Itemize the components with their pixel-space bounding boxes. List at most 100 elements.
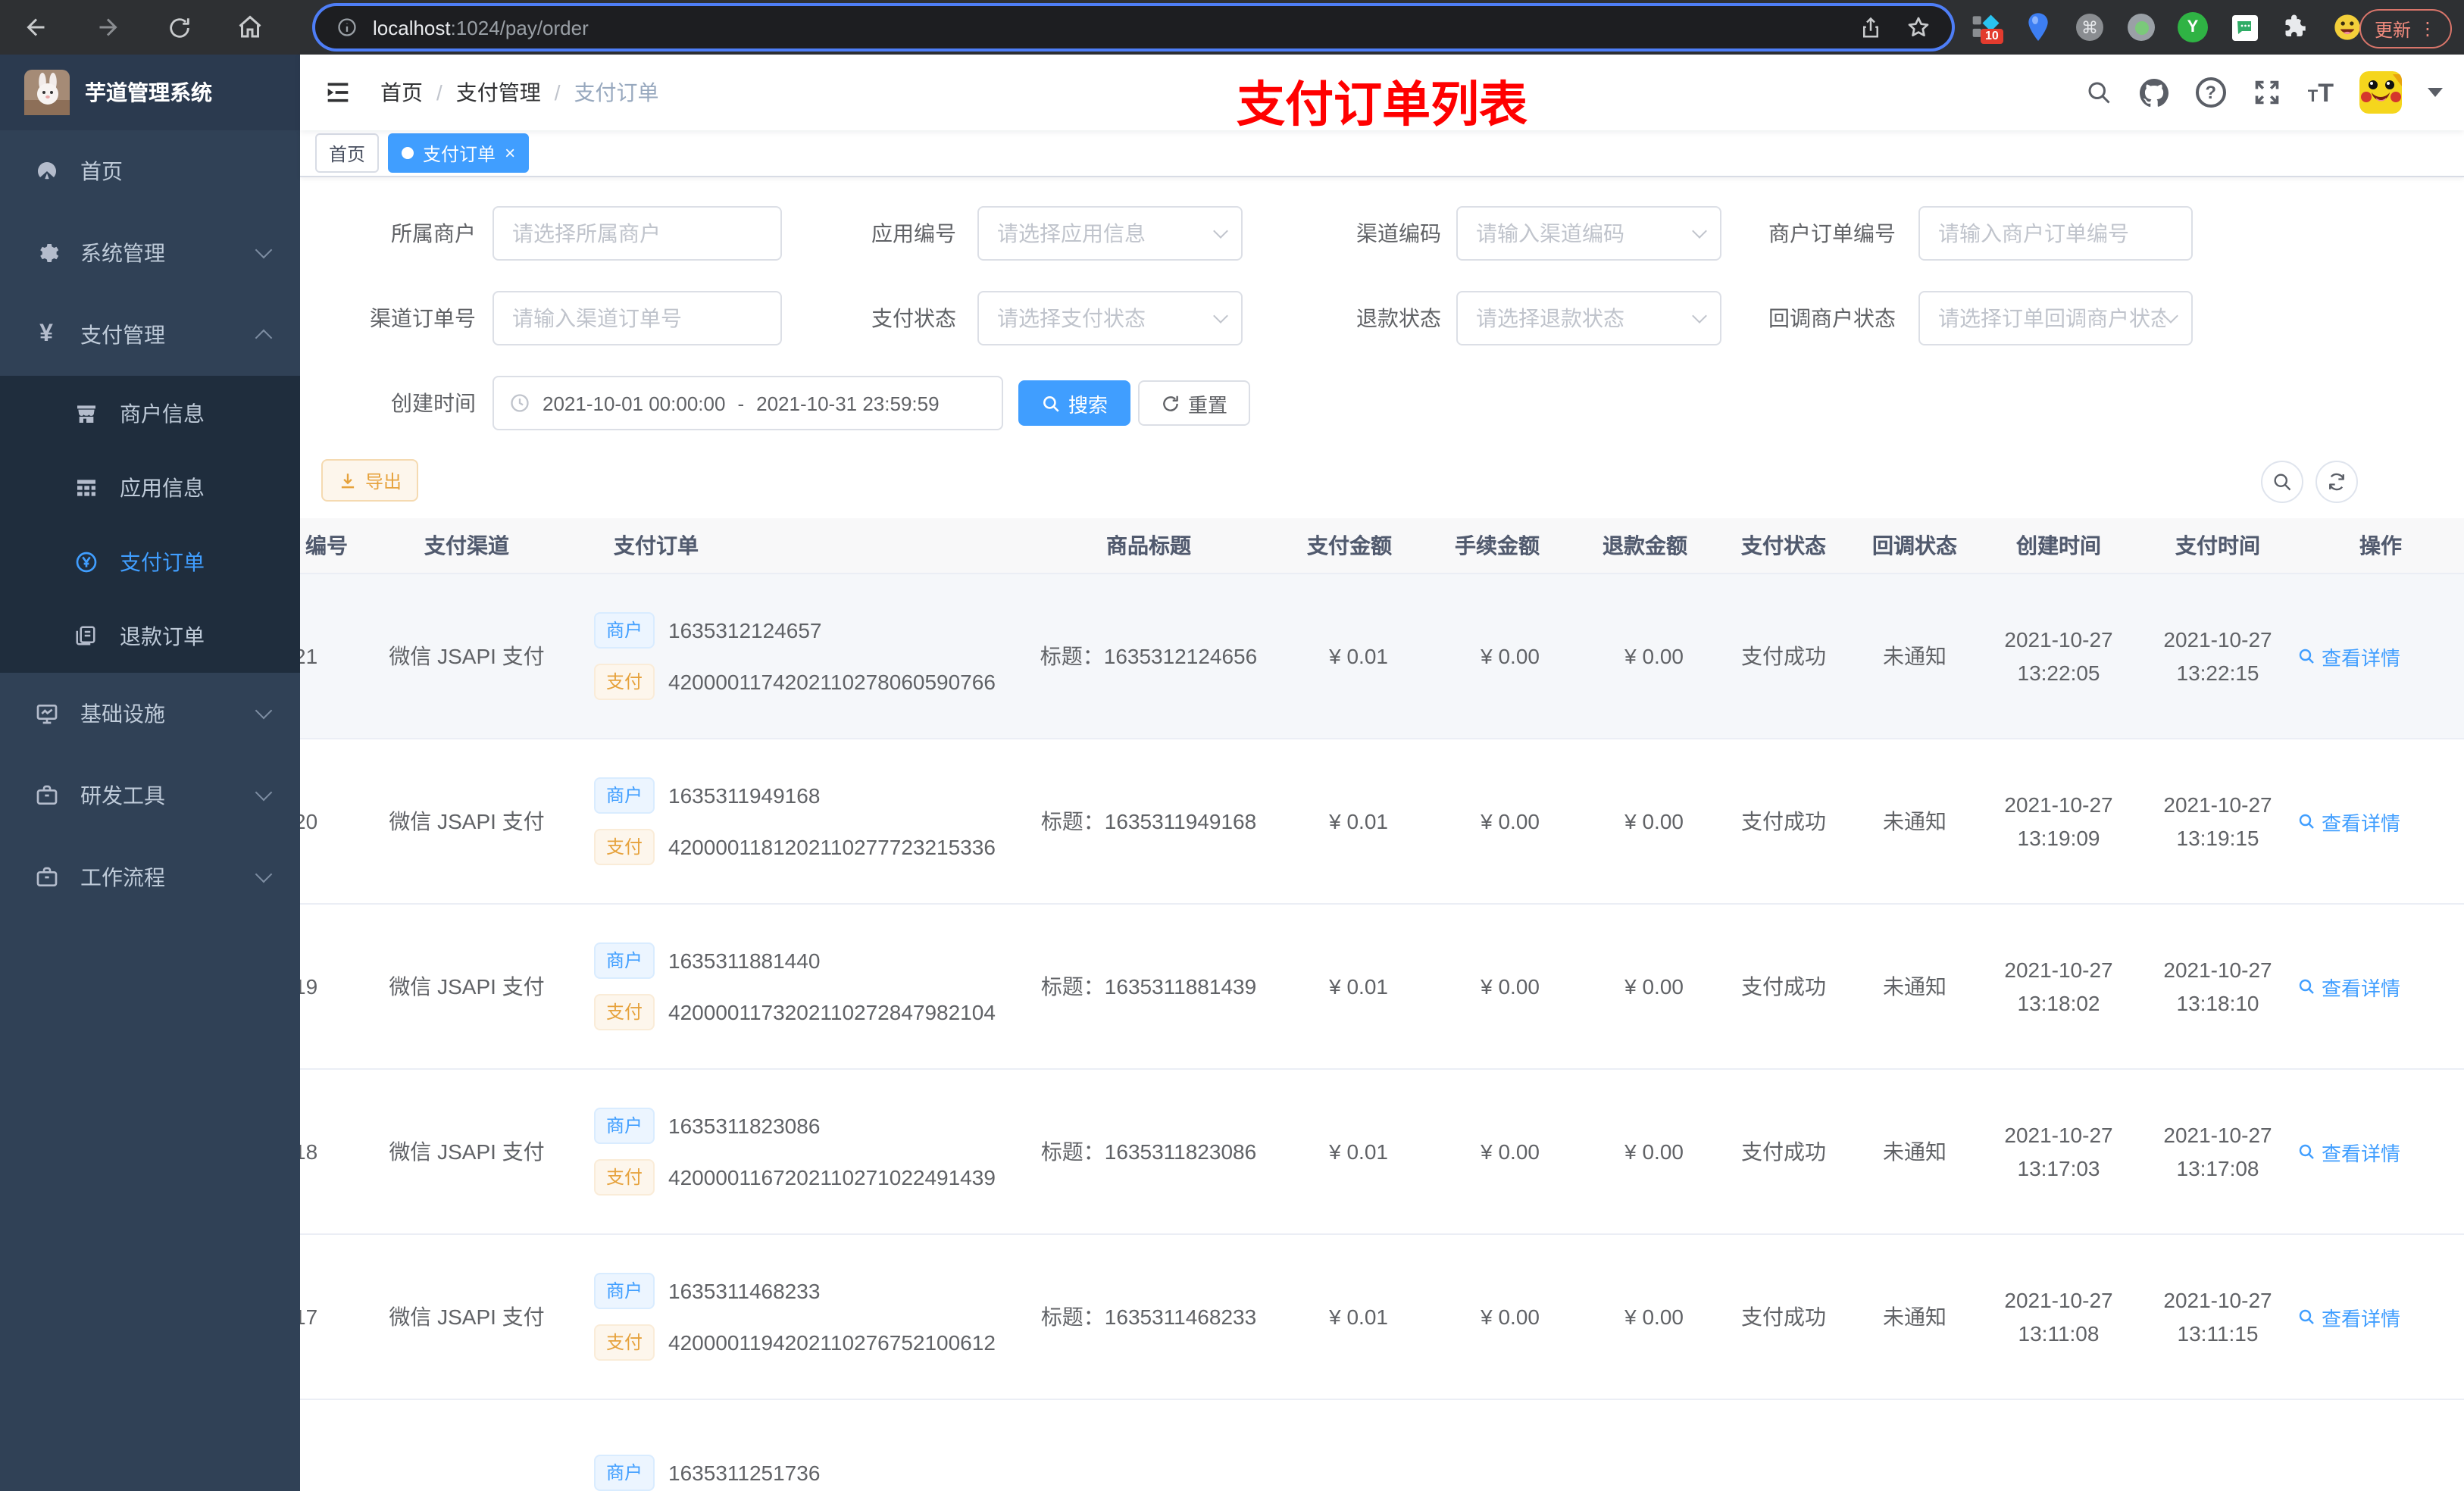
grid-icon [73,475,98,499]
sidebar-item-devtools[interactable]: 研发工具 [0,755,300,836]
tag-home[interactable]: 首页 [315,133,380,173]
notify-status-select[interactable]: 请选择订单回调商户状态 [1918,291,2193,345]
extensions-puzzle-icon[interactable] [2279,11,2312,44]
chevron-down-icon [1213,308,1228,324]
search-icon [1043,395,1059,411]
navbar-actions: ? TT [2084,71,2464,114]
refresh-icon [1163,395,1178,411]
merchant-tag: 商户 [594,1455,655,1491]
table-row: 21 微信 JSAPI 支付 商户 1635312124657 支付 4200001… [300,574,2464,739]
yen-icon: ¥ [39,321,53,347]
browser-toolbar: localhost:1024/pay/order 10 ⌘ Y 更新 ⋮ [0,0,2464,55]
sidebar-collapse-icon[interactable] [300,77,368,108]
refresh-table-button[interactable] [2315,461,2358,503]
created-time: 2021-10-27 13:17:03 [2004,1123,2113,1180]
create-time-range-picker[interactable]: 2021-10-01 00:00:00 - 2021-10-31 23:59:5… [492,376,1003,430]
export-button[interactable]: 导出 [321,459,419,502]
merchant-tag: 商户 [594,942,655,979]
view-detail-link[interactable]: 查看详情 [2297,1137,2400,1166]
url-bar[interactable]: localhost:1024/pay/order [315,6,1952,48]
merchant-input[interactable] [492,206,782,261]
download-icon [341,473,355,488]
sidebar-item-refund-order[interactable]: 退款订单 [0,599,300,673]
merchant-tag: 商户 [594,612,655,649]
extension-record-icon[interactable] [2125,11,2158,44]
tag-pay-order[interactable]: 支付订单 × [388,133,530,173]
pay-order-cell: 商户 1635311949168 支付 4200001181202110277723… [565,739,1020,903]
magnifier-icon [2299,1144,2314,1159]
search-icon[interactable] [2084,77,2114,108]
date-end[interactable]: 2021-10-31 23:59:59 [756,392,939,414]
search-button[interactable]: 搜索 [1018,380,1131,426]
view-detail-link[interactable]: 查看详情 [2297,807,2400,836]
extension-command-icon[interactable]: ⌘ [2073,11,2106,44]
breadcrumb-pay[interactable]: 支付管理 [456,77,541,108]
forward-icon[interactable] [92,12,123,42]
sidebar-item-label: 商户信息 [120,401,205,425]
site-info-icon[interactable] [336,17,358,38]
extension-chat-icon[interactable] [2228,11,2261,44]
view-detail-link[interactable]: 查看详情 [2297,972,2400,1001]
fee-amount: ¥ 0.00 [1481,809,1540,833]
app-select[interactable]: 请选择应用信息 [977,206,1243,261]
avatar-caret-icon[interactable] [2428,88,2443,97]
extension-diamond-icon[interactable]: 10 [1970,11,2003,44]
extension-y-icon[interactable]: Y [2176,11,2209,44]
update-button[interactable]: 更新 ⋮ [2359,9,2452,48]
paid-time: 2021-10-27 13:19:15 [2163,792,2272,850]
clock-icon [511,394,529,412]
share-icon[interactable] [1859,16,1882,39]
page-annotation: 支付订单列表 [1236,77,1528,132]
reload-icon[interactable] [164,12,194,42]
sidebar-item-home[interactable]: 首页 [0,130,300,212]
dashboard-icon [33,159,59,183]
app-logo[interactable]: 芋道管理系统 [0,55,300,130]
tag-close-icon[interactable]: × [505,144,515,162]
bookmark-star-icon[interactable] [1906,15,1931,39]
channel-order-no-input[interactable] [492,291,782,345]
help-icon[interactable]: ? [2195,77,2226,108]
reset-button[interactable]: 重置 [1138,380,1251,426]
paid-time: 2021-10-27 13:22:15 [2163,627,2272,685]
fullscreen-icon[interactable] [2252,77,2282,108]
font-size-icon[interactable]: TT [2308,80,2334,105]
back-icon[interactable] [21,12,52,42]
col-id: 编号 [305,533,348,558]
merchant-tag: 商户 [594,1108,655,1144]
avatar[interactable] [2359,71,2402,114]
merchant-order-no-input[interactable] [1918,206,2193,261]
browser-menu-icon[interactable]: ⋮ [2419,18,2437,39]
sidebar-item-pay-order[interactable]: 支付订单 [0,524,300,599]
home-icon[interactable] [235,12,265,42]
sidebar-item-app-info[interactable]: 应用信息 [0,450,300,524]
sidebar-item-merchant-info[interactable]: 商户信息 [0,376,300,450]
sidebar-item-workflow[interactable]: 工作流程 [0,836,300,918]
sidebar-item-infra[interactable]: 基础设施 [0,673,300,755]
view-detail-link[interactable]: 查看详情 [2297,642,2400,670]
page-content: 所属商户 应用编号 请选择应用信息 渠道编码 请输入渠道编码 商户订单编号 渠道… [300,177,2464,1491]
date-start[interactable]: 2021-10-01 00:00:00 [543,392,725,414]
github-icon[interactable] [2140,77,2170,108]
browser-extensions: 10 ⌘ Y [1970,0,2364,55]
order-id: 20 [300,809,318,833]
refund-amount: ¥ 0.00 [1624,1139,1684,1164]
sidebar-item-label: 系统管理 [80,241,165,265]
toggle-search-button[interactable] [2261,461,2303,503]
table-header: 编号 支付渠道 支付订单 商品标题 支付金额 手续金额 退款金额 支付状态 回调… [300,518,2464,574]
magnifier-icon [2299,814,2314,829]
product-title: 标题：1635311949168 [1040,809,1257,833]
sidebar-item-pay[interactable]: ¥ 支付管理 [0,294,300,376]
col-amount: 支付金额 [1307,533,1392,558]
fee-amount: ¥ 0.00 [1481,1139,1540,1164]
extension-balloon-icon[interactable] [2022,11,2055,44]
col-created: 创建时间 [2016,533,2101,558]
browser-nav-buttons [0,12,265,42]
pay-status-select[interactable]: 请选择支付状态 [977,291,1243,345]
refund-status-select[interactable]: 请选择退款状态 [1456,291,1721,345]
chevron-down-icon [1692,308,1707,324]
channel-code-select[interactable]: 请输入渠道编码 [1456,206,1721,261]
shop-icon [73,401,98,425]
breadcrumb-home[interactable]: 首页 [380,77,423,108]
sidebar-item-system[interactable]: 系统管理 [0,212,300,294]
view-detail-link[interactable]: 查看详情 [2297,1302,2400,1331]
